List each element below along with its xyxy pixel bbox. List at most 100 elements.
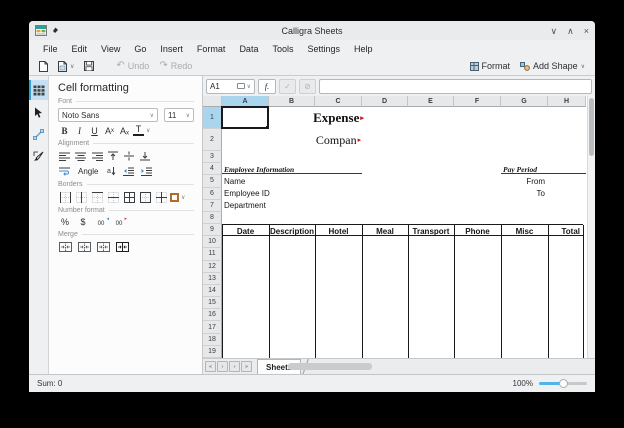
row-header-9[interactable]: 9: [203, 224, 222, 236]
border-color-button[interactable]: [170, 193, 179, 202]
column-header-G[interactable]: G: [501, 96, 548, 107]
currency-format-button[interactable]: $: [76, 217, 90, 227]
row-header-2[interactable]: 2: [203, 129, 222, 151]
calligraphy-tool-button[interactable]: [29, 146, 48, 166]
align-bottom-button[interactable]: [138, 150, 152, 162]
open-chevron-icon[interactable]: ∨: [70, 63, 74, 70]
align-right-button[interactable]: [90, 150, 104, 162]
menu-help[interactable]: Help: [348, 42, 379, 56]
column-header-E[interactable]: E: [408, 96, 454, 107]
indent-more-button[interactable]: [140, 165, 154, 177]
cell-reference-combo[interactable]: A1 ∨: [206, 79, 255, 94]
indent-less-button[interactable]: [122, 165, 136, 177]
menu-format[interactable]: Format: [191, 42, 232, 56]
align-center-vertical-button[interactable]: [122, 150, 136, 162]
border-color-chevron-icon[interactable]: ∨: [181, 194, 185, 201]
align-left-button[interactable]: [58, 150, 72, 162]
row-header-11[interactable]: 11: [203, 248, 222, 260]
row-header-17[interactable]: 17: [203, 321, 222, 333]
vertical-scrollbar[interactable]: [587, 96, 595, 358]
text-color-button[interactable]: T: [133, 125, 144, 136]
percent-format-button[interactable]: %: [58, 217, 72, 227]
underline-button[interactable]: U: [88, 126, 101, 136]
row-header-8[interactable]: 8: [203, 212, 222, 224]
selection-fill-handle[interactable]: [266, 126, 269, 129]
border-inner-vertical-button[interactable]: [154, 191, 168, 203]
row-header-1[interactable]: 1: [203, 107, 222, 129]
menu-settings[interactable]: Settings: [301, 42, 346, 56]
selected-cell-A1[interactable]: [221, 106, 269, 129]
pin-icon[interactable]: [51, 27, 59, 35]
spreadsheet-grid[interactable]: ABCDEFGH12345678910111213141516171819Exp…: [203, 96, 595, 358]
save-button[interactable]: [81, 60, 97, 72]
zoom-slider-handle[interactable]: [559, 379, 568, 388]
row-header-7[interactable]: 7: [203, 200, 222, 212]
menu-go[interactable]: Go: [128, 42, 152, 56]
text-color-chevron-icon[interactable]: ∨: [146, 127, 150, 134]
open-document-button[interactable]: ∨: [55, 60, 77, 73]
menu-insert[interactable]: Insert: [154, 42, 189, 56]
undo-button[interactable]: ↶ Undo: [113, 60, 152, 72]
row-header-15[interactable]: 15: [203, 297, 222, 309]
row-header-12[interactable]: 12: [203, 261, 222, 273]
subscript-button[interactable]: Aₓ: [118, 126, 131, 136]
merge-cells-button[interactable]: [58, 241, 72, 253]
wrap-text-button[interactable]: [58, 165, 72, 177]
border-outer-button[interactable]: [138, 191, 152, 203]
increase-decimal-button[interactable]: 00◂: [94, 217, 108, 227]
selection-tool-button[interactable]: [29, 102, 48, 122]
column-header-C[interactable]: C: [315, 96, 362, 107]
cancel-formula-button[interactable]: ⊘: [299, 79, 316, 94]
row-header-13[interactable]: 13: [203, 273, 222, 285]
align-center-horizontal-button[interactable]: [74, 150, 88, 162]
row-header-10[interactable]: 10: [203, 236, 222, 248]
align-top-button[interactable]: [106, 150, 120, 162]
menu-file[interactable]: File: [37, 42, 64, 56]
row-header-16[interactable]: 16: [203, 309, 222, 321]
column-header-B[interactable]: B: [269, 96, 315, 107]
menu-data[interactable]: Data: [233, 42, 264, 56]
column-header-H[interactable]: H: [548, 96, 586, 107]
vertical-text-button[interactable]: a: [104, 165, 118, 177]
angle-button[interactable]: Angle: [76, 167, 100, 176]
maximize-button[interactable]: ∧: [567, 26, 574, 36]
next-sheet-button[interactable]: ›: [229, 361, 240, 372]
column-header-F[interactable]: F: [454, 96, 501, 107]
new-document-button[interactable]: [36, 60, 51, 73]
merge-horizontal-button[interactable]: [77, 241, 91, 253]
font-family-select[interactable]: Noto Sans ∨: [58, 108, 158, 122]
superscript-button[interactable]: Aˣ: [103, 126, 116, 136]
select-all-corner[interactable]: [203, 96, 222, 107]
insert-function-button[interactable]: f.: [258, 79, 276, 94]
first-sheet-button[interactable]: «: [205, 361, 216, 372]
row-header-4[interactable]: 4: [203, 163, 222, 175]
merge-vertical-button[interactable]: [96, 241, 110, 253]
menu-view[interactable]: View: [95, 42, 126, 56]
row-header-18[interactable]: 18: [203, 334, 222, 346]
bold-button[interactable]: B: [58, 126, 71, 136]
apply-formula-button[interactable]: ✓: [279, 79, 296, 94]
row-header-14[interactable]: 14: [203, 285, 222, 297]
formula-input[interactable]: [319, 79, 592, 94]
border-top-button[interactable]: [90, 191, 104, 203]
border-left-right-button[interactable]: [58, 191, 72, 203]
close-button[interactable]: ×: [584, 26, 589, 36]
row-header-19[interactable]: 19: [203, 346, 222, 358]
menu-tools[interactable]: Tools: [266, 42, 299, 56]
cell-tool-button[interactable]: [29, 80, 48, 100]
border-center-vertical-button[interactable]: [74, 191, 88, 203]
row-header-6[interactable]: 6: [203, 188, 222, 200]
redo-button[interactable]: ↷ Redo: [156, 60, 195, 72]
previous-sheet-button[interactable]: ‹: [217, 361, 228, 372]
row-header-3[interactable]: 3: [203, 151, 222, 163]
row-header-5[interactable]: 5: [203, 175, 222, 187]
horizontal-scrollbar-thumb[interactable]: [288, 363, 372, 370]
menu-edit[interactable]: Edit: [66, 42, 94, 56]
decrease-decimal-button[interactable]: 00▸: [112, 217, 126, 227]
vertical-scrollbar-thumb[interactable]: [589, 98, 594, 156]
format-button[interactable]: Format: [467, 60, 514, 72]
unmerge-cells-button[interactable]: [115, 241, 129, 253]
last-sheet-button[interactable]: »: [241, 361, 252, 372]
border-all-button[interactable]: [122, 191, 136, 203]
zoom-slider[interactable]: [539, 379, 587, 388]
